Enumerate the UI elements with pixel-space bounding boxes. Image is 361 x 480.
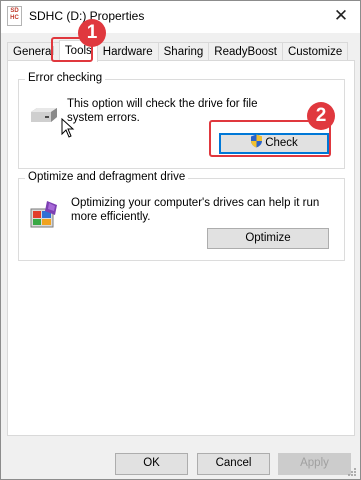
drive-icon <box>31 108 57 122</box>
mouse-pointer-icon <box>61 118 75 138</box>
optimize-description: Optimizing your computer's drives can he… <box>71 197 320 223</box>
optimize-button[interactable]: Optimize <box>207 228 329 249</box>
optimize-title: Optimize and defragment drive <box>25 171 189 183</box>
sd-card-icon: SD HC <box>7 6 22 26</box>
cancel-button[interactable]: Cancel <box>197 453 270 475</box>
properties-dialog: SD HC SDHC (D:) Properties ✕ General Too… <box>0 0 361 480</box>
tab-hardware[interactable]: Hardware <box>96 42 159 61</box>
tab-customize[interactable]: Customize <box>281 42 349 61</box>
close-icon: ✕ <box>333 6 349 25</box>
tab-sharing[interactable]: Sharing <box>157 42 210 61</box>
resize-grip-icon[interactable] <box>347 467 357 477</box>
step-2-badge: 2 <box>307 102 335 130</box>
ok-button[interactable]: OK <box>115 453 188 475</box>
tab-readyboost[interactable]: ReadyBoost <box>208 42 283 61</box>
error-checking-title: Error checking <box>25 72 106 84</box>
title-bar: SD HC SDHC (D:) Properties ✕ <box>1 1 360 33</box>
tools-tab-panel: Error checking This option will check th… <box>7 60 355 436</box>
defrag-icon <box>30 201 57 228</box>
optimize-group: Optimize and defragment drive Optimizing… <box>18 171 345 261</box>
apply-button[interactable]: Apply <box>278 453 351 475</box>
step-1-badge: 1 <box>78 19 106 47</box>
close-button[interactable]: ✕ <box>332 7 350 25</box>
